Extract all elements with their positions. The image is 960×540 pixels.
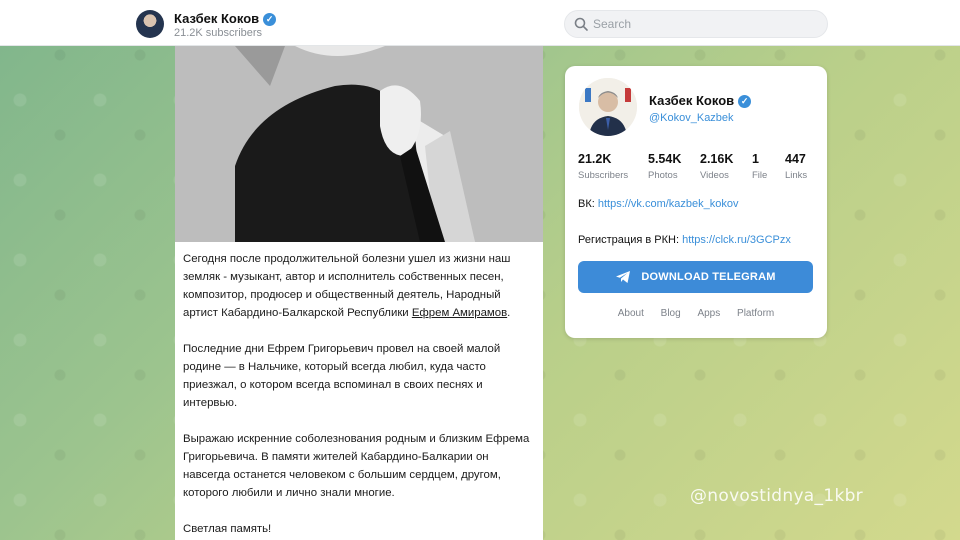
stat-subscribers[interactable]: 21.2K Subscribers — [578, 152, 628, 181]
verified-icon: ✓ — [738, 95, 752, 109]
rkn-link[interactable]: https://clck.ru/3GCPzx — [682, 234, 791, 246]
stat-value: 1 — [752, 152, 759, 166]
stat-label: Subscribers — [578, 170, 629, 181]
profile-avatar[interactable] — [579, 78, 637, 136]
search-icon — [574, 17, 588, 31]
post-paragraph: Последние дни Ефрем Григорьевич провел н… — [183, 343, 501, 409]
search-box[interactable] — [564, 10, 828, 38]
card-footer-links: About Blog Apps Platform — [565, 308, 827, 319]
stat-files[interactable]: 1 File — [752, 152, 767, 181]
channel-header: Казбек Коков ✓ 21.2K subscribers — [0, 0, 960, 46]
footer-link-apps[interactable]: Apps — [697, 308, 720, 319]
vk-line: ВК: https://vk.com/kazbek_kokov — [578, 198, 739, 210]
post-paragraph: Сегодня после продолжительной болезни уш… — [183, 250, 535, 322]
stat-value: 21.2K — [578, 152, 612, 166]
channel-name: Казбек Коков — [174, 11, 260, 26]
rkn-label: Регистрация в РКН: — [578, 234, 680, 246]
stat-label: Links — [785, 170, 808, 181]
post-paragraph-end: . — [507, 307, 511, 319]
stat-photos[interactable]: 5.54K Photos — [648, 152, 681, 181]
stat-label: File — [752, 170, 768, 181]
post-mention-link[interactable]: Ефрем Амирамов — [412, 307, 507, 319]
download-telegram-button[interactable]: DOWNLOAD TELEGRAM — [578, 261, 813, 293]
footer-link-about[interactable]: About — [618, 308, 644, 319]
search-input[interactable] — [593, 15, 818, 33]
post-paragraph: Выражаю искренние соболезнования родным … — [183, 433, 530, 499]
stat-value: 447 — [785, 152, 806, 166]
stat-label: Photos — [648, 170, 678, 181]
profile-handle[interactable]: @Kokov_Kazbek — [649, 112, 734, 124]
download-label: DOWNLOAD TELEGRAM — [641, 271, 776, 283]
stat-links[interactable]: 447 Links — [785, 152, 807, 181]
channel-title[interactable]: Казбек Коков ✓ — [174, 11, 277, 27]
rkn-line: Регистрация в РКН: https://clck.ru/3GCPz… — [578, 234, 791, 246]
vk-link[interactable]: https://vk.com/kazbek_kokov — [598, 198, 739, 210]
verified-icon: ✓ — [263, 13, 277, 27]
post-photo[interactable] — [175, 46, 543, 242]
vk-label: ВК: — [578, 198, 595, 210]
post-paragraph: Светлая память! — [183, 523, 272, 535]
post-text: Сегодня после продолжительной болезни уш… — [183, 250, 535, 540]
footer-link-blog[interactable]: Blog — [661, 308, 681, 319]
stat-videos[interactable]: 2.16K Videos — [700, 152, 733, 181]
telegram-plane-icon — [616, 271, 631, 283]
footer-link-platform[interactable]: Platform — [737, 308, 774, 319]
watermark: @novostidnya_1kbr — [690, 486, 863, 506]
subscriber-count: 21.2K subscribers — [174, 27, 263, 39]
profile-title: Казбек Коков ✓ — [649, 93, 752, 109]
channel-stats: 21.2K Subscribers 5.54K Photos 2.16K Vid… — [578, 152, 818, 186]
stat-value: 5.54K — [648, 152, 682, 166]
channel-info-card: Казбек Коков ✓ @Kokov_Kazbek 21.2K Subscr… — [565, 66, 827, 338]
stat-value: 2.16K — [700, 152, 734, 166]
channel-avatar[interactable] — [136, 10, 164, 38]
stat-label: Videos — [700, 170, 729, 181]
channel-post: Сегодня после продолжительной болезни уш… — [175, 46, 543, 540]
profile-name: Казбек Коков — [649, 93, 735, 108]
